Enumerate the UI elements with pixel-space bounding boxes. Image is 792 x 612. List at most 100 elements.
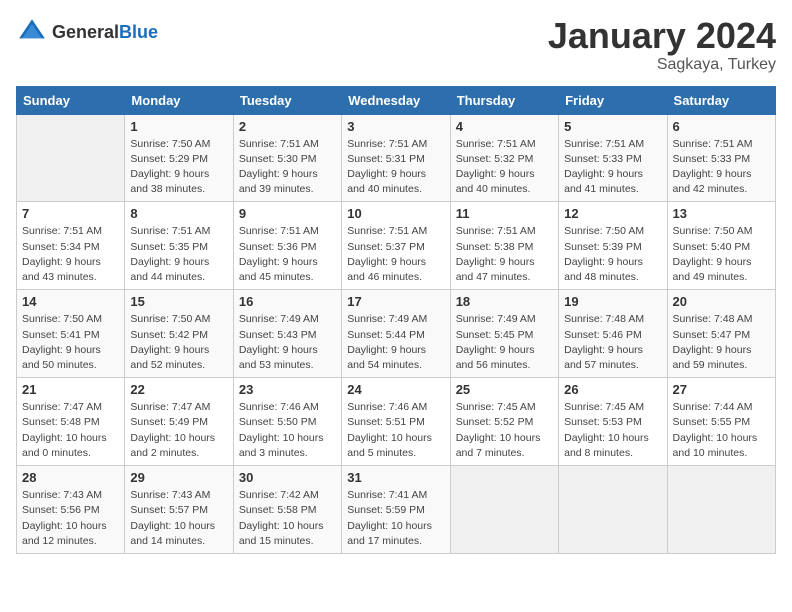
day-info: Sunrise: 7:51 AMSunset: 5:38 PMDaylight:… (456, 224, 553, 285)
calendar-cell: 24 Sunrise: 7:46 AMSunset: 5:51 PMDayligh… (342, 378, 450, 466)
day-number: 19 (564, 294, 661, 309)
day-info: Sunrise: 7:43 AMSunset: 5:56 PMDaylight:… (22, 488, 119, 549)
day-number: 17 (347, 294, 444, 309)
day-number: 26 (564, 382, 661, 397)
day-number: 3 (347, 119, 444, 134)
calendar-cell: 14 Sunrise: 7:50 AMSunset: 5:41 PMDayligh… (17, 290, 125, 378)
calendar-cell (559, 466, 667, 554)
day-info: Sunrise: 7:48 AMSunset: 5:47 PMDaylight:… (673, 312, 770, 373)
day-info: Sunrise: 7:51 AMSunset: 5:33 PMDaylight:… (673, 137, 770, 198)
calendar-cell: 27 Sunrise: 7:44 AMSunset: 5:55 PMDayligh… (667, 378, 775, 466)
title-area: January 2024 Sagkaya, Turkey (548, 16, 776, 74)
day-info: Sunrise: 7:51 AMSunset: 5:36 PMDaylight:… (239, 224, 336, 285)
weekday-header: Wednesday (342, 86, 450, 114)
day-info: Sunrise: 7:50 AMSunset: 5:42 PMDaylight:… (130, 312, 227, 373)
calendar-cell: 2 Sunrise: 7:51 AMSunset: 5:30 PMDaylight… (233, 114, 341, 202)
day-number: 8 (130, 206, 227, 221)
day-number: 12 (564, 206, 661, 221)
calendar-cell: 15 Sunrise: 7:50 AMSunset: 5:42 PMDayligh… (125, 290, 233, 378)
calendar-cell: 12 Sunrise: 7:50 AMSunset: 5:39 PMDayligh… (559, 202, 667, 290)
calendar-cell: 29Sunrise: 7:43 AMSunset: 5:57 PMDayligh… (125, 466, 233, 554)
calendar-cell: 26 Sunrise: 7:45 AMSunset: 5:53 PMDayligh… (559, 378, 667, 466)
calendar-cell: 18 Sunrise: 7:49 AMSunset: 5:45 PMDayligh… (450, 290, 558, 378)
calendar-cell: 16Sunrise: 7:49 AMSunset: 5:43 PMDayligh… (233, 290, 341, 378)
calendar-cell: 20 Sunrise: 7:48 AMSunset: 5:47 PMDayligh… (667, 290, 775, 378)
calendar-cell: 22 Sunrise: 7:47 AMSunset: 5:49 PMDayligh… (125, 378, 233, 466)
logo: GeneralBlue (16, 16, 158, 48)
day-info: Sunrise: 7:51 AMSunset: 5:35 PMDaylight:… (130, 224, 227, 285)
calendar-cell (667, 466, 775, 554)
day-number: 6 (673, 119, 770, 134)
day-info: Sunrise: 7:50 AMSunset: 5:39 PMDaylight:… (564, 224, 661, 285)
day-info: Sunrise: 7:46 AMSunset: 5:50 PMDaylight:… (239, 400, 336, 461)
day-info: Sunrise: 7:42 AMSunset: 5:58 PMDaylight:… (239, 488, 336, 549)
day-info: Sunrise: 7:46 AMSunset: 5:51 PMDaylight:… (347, 400, 444, 461)
day-number: 20 (673, 294, 770, 309)
weekday-header: Saturday (667, 86, 775, 114)
calendar-subtitle: Sagkaya, Turkey (548, 56, 776, 74)
calendar-cell: 3 Sunrise: 7:51 AMSunset: 5:31 PMDaylight… (342, 114, 450, 202)
day-number: 14 (22, 294, 119, 309)
day-number: 28 (22, 470, 119, 485)
day-number: 9 (239, 206, 336, 221)
logo-text-blue: Blue (119, 22, 158, 42)
day-number: 22 (130, 382, 227, 397)
day-number: 29 (130, 470, 227, 485)
weekday-header: Tuesday (233, 86, 341, 114)
calendar-week-row: 1Sunrise: 7:50 AMSunset: 5:29 PMDaylight… (17, 114, 776, 202)
day-number: 21 (22, 382, 119, 397)
day-info: Sunrise: 7:49 AMSunset: 5:45 PMDaylight:… (456, 312, 553, 373)
day-info: Sunrise: 7:45 AMSunset: 5:53 PMDaylight:… (564, 400, 661, 461)
day-info: Sunrise: 7:50 AMSunset: 5:41 PMDaylight:… (22, 312, 119, 373)
day-info: Sunrise: 7:51 AMSunset: 5:31 PMDaylight:… (347, 137, 444, 198)
calendar-week-row: 14 Sunrise: 7:50 AMSunset: 5:41 PMDayligh… (17, 290, 776, 378)
calendar-cell: 1Sunrise: 7:50 AMSunset: 5:29 PMDaylight… (125, 114, 233, 202)
day-info: Sunrise: 7:51 AMSunset: 5:37 PMDaylight:… (347, 224, 444, 285)
day-info: Sunrise: 7:51 AMSunset: 5:32 PMDaylight:… (456, 137, 553, 198)
day-info: Sunrise: 7:51 AMSunset: 5:34 PMDaylight:… (22, 224, 119, 285)
day-number: 27 (673, 382, 770, 397)
calendar-title: January 2024 (548, 16, 776, 56)
calendar-cell: 6 Sunrise: 7:51 AMSunset: 5:33 PMDaylight… (667, 114, 775, 202)
day-number: 7 (22, 206, 119, 221)
day-info: Sunrise: 7:51 AMSunset: 5:33 PMDaylight:… (564, 137, 661, 198)
day-number: 18 (456, 294, 553, 309)
calendar-cell: 19Sunrise: 7:48 AMSunset: 5:46 PMDayligh… (559, 290, 667, 378)
calendar-cell: 17 Sunrise: 7:49 AMSunset: 5:44 PMDayligh… (342, 290, 450, 378)
day-number: 15 (130, 294, 227, 309)
day-number: 5 (564, 119, 661, 134)
day-number: 25 (456, 382, 553, 397)
calendar-cell: 7 Sunrise: 7:51 AMSunset: 5:34 PMDaylight… (17, 202, 125, 290)
day-info: Sunrise: 7:47 AMSunset: 5:49 PMDaylight:… (130, 400, 227, 461)
day-number: 4 (456, 119, 553, 134)
calendar-week-row: 28 Sunrise: 7:43 AMSunset: 5:56 PMDayligh… (17, 466, 776, 554)
day-info: Sunrise: 7:51 AMSunset: 5:30 PMDaylight:… (239, 137, 336, 198)
day-info: Sunrise: 7:44 AMSunset: 5:55 PMDaylight:… (673, 400, 770, 461)
calendar-cell: 21Sunrise: 7:47 AMSunset: 5:48 PMDayligh… (17, 378, 125, 466)
day-info: Sunrise: 7:50 AMSunset: 5:29 PMDaylight:… (130, 137, 227, 198)
logo-text-general: General (52, 22, 119, 42)
weekday-header: Sunday (17, 86, 125, 114)
day-info: Sunrise: 7:41 AMSunset: 5:59 PMDaylight:… (347, 488, 444, 549)
calendar-table: SundayMondayTuesdayWednesdayThursdayFrid… (16, 86, 776, 554)
day-number: 10 (347, 206, 444, 221)
calendar-cell: 9 Sunrise: 7:51 AMSunset: 5:36 PMDaylight… (233, 202, 341, 290)
calendar-week-row: 7 Sunrise: 7:51 AMSunset: 5:34 PMDaylight… (17, 202, 776, 290)
day-number: 24 (347, 382, 444, 397)
calendar-cell: 11 Sunrise: 7:51 AMSunset: 5:38 PMDayligh… (450, 202, 558, 290)
day-number: 23 (239, 382, 336, 397)
day-number: 16 (239, 294, 336, 309)
calendar-cell: 13Sunrise: 7:50 AMSunset: 5:40 PMDayligh… (667, 202, 775, 290)
day-number: 31 (347, 470, 444, 485)
logo-icon (16, 16, 48, 48)
day-info: Sunrise: 7:49 AMSunset: 5:44 PMDaylight:… (347, 312, 444, 373)
day-number: 2 (239, 119, 336, 134)
weekday-header: Monday (125, 86, 233, 114)
calendar-cell: 25 Sunrise: 7:45 AMSunset: 5:52 PMDayligh… (450, 378, 558, 466)
page-header: GeneralBlue January 2024 Sagkaya, Turkey (16, 16, 776, 74)
calendar-cell: 23 Sunrise: 7:46 AMSunset: 5:50 PMDayligh… (233, 378, 341, 466)
calendar-cell: 28 Sunrise: 7:43 AMSunset: 5:56 PMDayligh… (17, 466, 125, 554)
calendar-cell (17, 114, 125, 202)
day-info: Sunrise: 7:45 AMSunset: 5:52 PMDaylight:… (456, 400, 553, 461)
day-number: 11 (456, 206, 553, 221)
